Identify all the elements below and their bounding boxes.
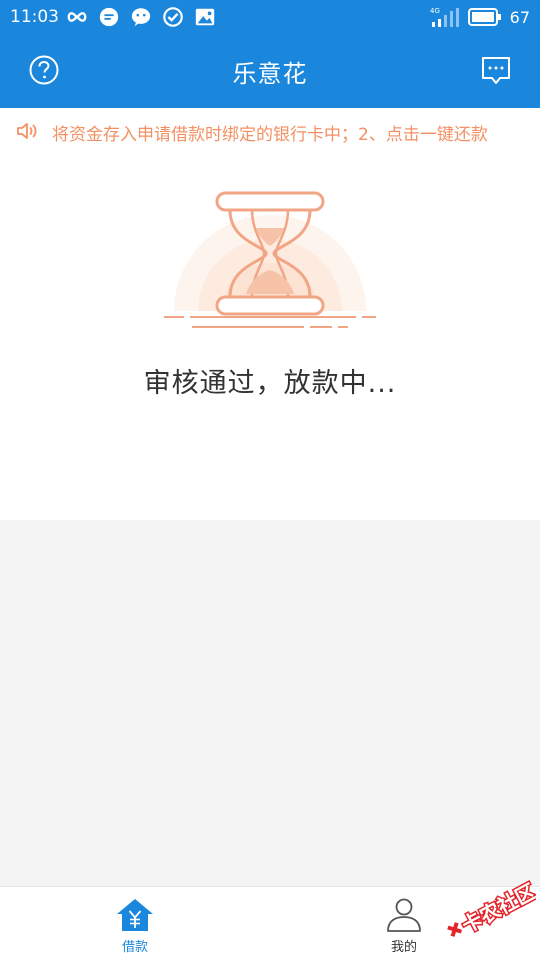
watermark-text: 卡农社区 <box>458 879 536 938</box>
watermark-logo: 卡农社区 <box>447 878 536 939</box>
navigation-bar: 乐意花 <box>0 34 540 108</box>
notification-icons <box>66 6 216 28</box>
wechat-icon <box>131 8 151 27</box>
message-icon[interactable] <box>480 54 512 86</box>
image-icon <box>195 8 215 26</box>
tab-mine[interactable]: 我的 <box>364 887 444 960</box>
chat-bubble-icon <box>99 7 119 27</box>
home-yuan-icon <box>117 899 153 931</box>
tab-mine-label: 我的 <box>390 940 417 955</box>
status-right: 4G 67 <box>430 6 530 28</box>
person-icon <box>387 898 421 932</box>
network-label: 4G <box>430 7 440 15</box>
app-header: 11:03 4G 67 乐意花 <box>0 0 540 108</box>
signal-icon: 4G <box>430 7 459 27</box>
check-circle-icon <box>163 7 183 27</box>
page-title: 乐意花 <box>232 60 308 88</box>
hourglass-icon <box>164 191 376 328</box>
notice-text: 将资金存入申请借款时绑定的银行卡中；2、点击一键还款 <box>52 125 488 145</box>
tab-loan-label: 借款 <box>121 940 148 955</box>
status-message: 审核通过，放款中... <box>143 368 397 399</box>
battery-level: 67 <box>509 7 530 27</box>
battery-icon <box>467 8 501 26</box>
notice-bar: 将资金存入申请借款时绑定的银行卡中；2、点击一键还款 <box>0 108 540 154</box>
status-bar: 11:03 4G 67 <box>0 0 540 34</box>
tab-loan[interactable]: 借款 <box>95 887 175 960</box>
status-time: 11:03 <box>10 7 59 27</box>
status-card: 审核通过，放款中... <box>0 154 540 520</box>
speaker-icon <box>17 123 37 139</box>
infinity-icon <box>67 12 87 22</box>
